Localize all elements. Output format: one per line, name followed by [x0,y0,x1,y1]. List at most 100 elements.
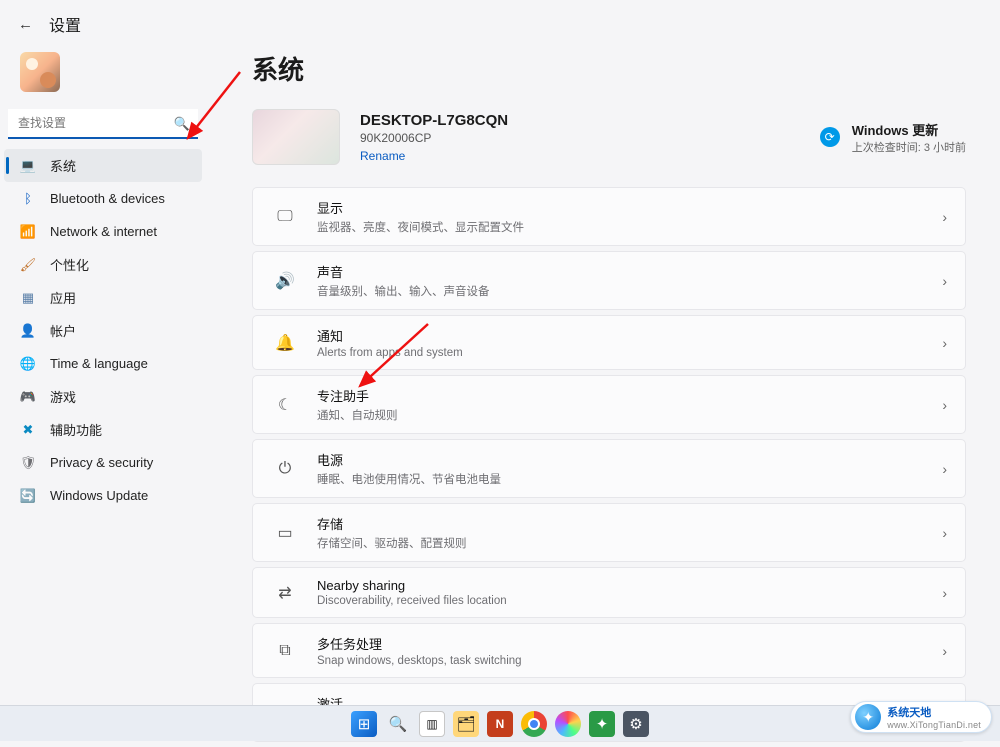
sidebar-item-label: Network & internet [50,224,157,239]
card-body: 多任务处理 Snap windows, desktops, task switch… [317,634,522,667]
app-icon-green[interactable]: ✦ [589,711,615,737]
back-arrow-icon[interactable]: ← [18,16,33,33]
sidebar-item-bluetooth[interactable]: ᛒ Bluetooth & devices [4,182,202,215]
sidebar-item-label: Privacy & security [50,455,153,470]
settings-item-nearby-sharing[interactable]: ⇄Nearby sharingDiscoverability, received… [252,567,966,618]
display-icon: 🖵 [271,208,299,226]
sidebar-item-accounts[interactable]: 👤帐户 [4,314,202,347]
task-view-icon[interactable]: ▥ [419,711,445,737]
sidebar-item-gaming[interactable]: 🎮 游戏 [4,380,202,413]
settings-item-notifications[interactable]: 🔔 通知Alerts from apps and system › [252,315,966,370]
sidebar: 🔍 💻 系统 ᛒ Bluetooth & devices 📶Network & inte… [0,44,206,747]
chevron-right-icon: › [942,643,947,659]
device-row: DESKTOP-L7G8CQN 90K20006CP Rename ⟳ Wind… [252,109,966,165]
page-title: 系统 [252,50,966,87]
system-icon: 💻 [20,158,36,174]
personalization-icon: 🖌 [20,257,36,273]
file-explorer-icon[interactable]: 🗂 [453,711,479,737]
user-avatar[interactable] [20,52,60,92]
card-title: 电源 [317,450,501,469]
taskbar: ⊞ 🔍 ▥ 🗂 N ✦ ⚙ [0,705,1000,741]
sound-icon: 🔊 [271,271,299,291]
nav-list: 💻 系统 ᛒ Bluetooth & devices 📶Network & intern… [2,149,204,512]
search-wrap: 🔍 [2,109,204,145]
card-subtitle: Snap windows, desktops, task switching [317,655,522,667]
chevron-right-icon: › [942,585,947,601]
layout: 🔍 💻 系统 ᛒ Bluetooth & devices 📶Network & inte… [0,44,1000,747]
card-body: 存储存储空间、驱动器、配置规则 [317,514,467,551]
notifications-icon: 🔔 [271,333,299,353]
sidebar-item-update[interactable]: 🔄Windows Update [4,479,202,512]
apps-icon: ▦ [20,290,36,306]
card-subtitle: Discoverability, received files location [317,595,507,607]
rename-link[interactable]: Rename [360,149,508,163]
card-body: 声音音量级别、输出、输入、声音设备 [317,262,490,299]
multitasking-icon: ⧉ [271,642,299,660]
settings-icon[interactable]: ⚙ [623,711,649,737]
taskbar-search-icon[interactable]: 🔍 [385,711,411,737]
card-subtitle: 音量级别、输出、输入、声音设备 [317,283,490,299]
device-thumbnail [252,109,340,165]
sidebar-item-label: 应用 [50,288,76,307]
watermark-logo-icon: ✦ [855,704,881,730]
card-title: 多任务处理 [317,634,522,653]
sidebar-item-apps[interactable]: ▦ 应用 [4,281,202,314]
sidebar-item-label: 个性化 [50,255,89,274]
card-body: 通知Alerts from apps and system [317,326,463,359]
card-body: 显示监视器、亮度、夜间模式、显示配置文件 [317,198,524,235]
avatar-wrap [2,48,204,109]
nearby-sharing-icon: ⇄ [271,583,299,603]
power-icon: ⏻ [271,460,299,478]
card-title: 声音 [317,262,490,281]
sidebar-item-label: 游戏 [50,387,76,406]
device-model: 90K20006CP [360,131,508,145]
sidebar-item-privacy[interactable]: 🛡Privacy & security [4,446,202,479]
sidebar-item-system[interactable]: 💻 系统 [4,149,202,182]
chevron-right-icon: › [942,335,947,351]
chevron-right-icon: › [942,209,947,225]
storage-icon: ▭ [271,523,299,543]
office-icon[interactable]: N [487,711,513,737]
watermark-name: 系统天地 [887,704,981,720]
card-subtitle: 通知、自动规则 [317,407,398,423]
settings-item-multitasking[interactable]: ⧉ 多任务处理 Snap windows, desktops, task switc… [252,623,966,678]
titlebar: ← 设置 [0,0,1000,44]
chevron-right-icon: › [942,397,947,413]
settings-item-power[interactable]: ⏻ 电源睡眠、电池使用情况、节省电池电量 › [252,439,966,498]
chrome-icon[interactable] [521,711,547,737]
search-input[interactable] [8,109,198,139]
update-icon: ⟳ [820,127,840,147]
card-body: 电源睡眠、电池使用情况、节省电池电量 [317,450,501,487]
header-title: 设置 [49,12,81,36]
sidebar-item-label: Bluetooth & devices [50,191,165,206]
settings-item-focus-assist[interactable]: ☾专注助手通知、自动规则› [252,375,966,434]
settings-item-sound[interactable]: 🔊声音音量级别、输出、输入、声音设备› [252,251,966,310]
settings-item-display[interactable]: 🖵 显示监视器、亮度、夜间模式、显示配置文件 › [252,187,966,246]
accessibility-icon: ✖ [20,422,36,438]
card-title: 显示 [317,198,524,217]
gaming-icon: 🎮 [20,389,36,405]
card-subtitle: Alerts from apps and system [317,347,463,359]
update-subtitle: 上次检查时间: 3 小时前 [852,139,966,155]
sidebar-item-personalization[interactable]: 🖌 个性化 [4,248,202,281]
settings-item-storage[interactable]: ▭ 存储存储空间、驱动器、配置规则 › [252,503,966,562]
update-title: Windows 更新 [852,120,966,139]
browser-icon[interactable] [555,711,581,737]
update-text: Windows 更新 上次检查时间: 3 小时前 [852,120,966,155]
chevron-right-icon: › [942,525,947,541]
sidebar-item-label: 辅助功能 [50,420,102,439]
content: 系统 DESKTOP-L7G8CQN 90K20006CP Rename ⟳ W… [206,44,1000,747]
sidebar-item-label: 系统 [50,156,76,175]
sidebar-item-accessibility[interactable]: ✖ 辅助功能 [4,413,202,446]
card-title: 存储 [317,514,467,533]
windows-update-tile[interactable]: ⟳ Windows 更新 上次检查时间: 3 小时前 [820,120,966,155]
time-language-icon: 🌐 [20,356,36,372]
start-button[interactable]: ⊞ [351,711,377,737]
sidebar-item-network[interactable]: 📶Network & internet [4,215,202,248]
bluetooth-icon: ᛒ [20,191,36,206]
card-body: 专注助手通知、自动规则 [317,386,398,423]
sidebar-item-time-language[interactable]: 🌐Time & language [4,347,202,380]
settings-list: 🖵 显示监视器、亮度、夜间模式、显示配置文件 › 🔊 声音音量级别、输出、输入、声音设备… [252,187,966,747]
chevron-right-icon: › [942,461,947,477]
card-title: 专注助手 [317,386,398,405]
